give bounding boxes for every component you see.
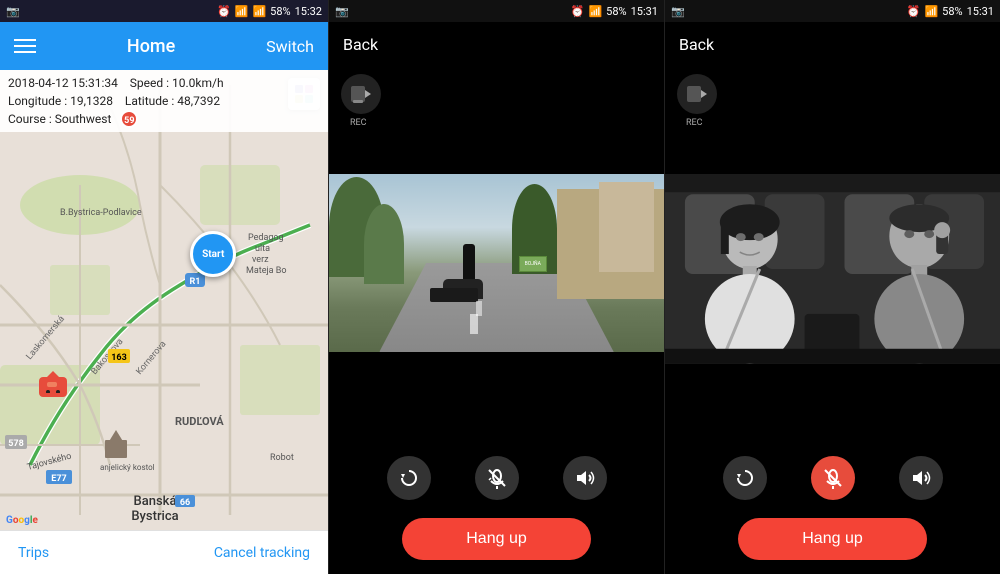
google-logo: Google <box>6 515 38 526</box>
info-bar: 2018-04-12 15:31:34 Speed : 10.0km/h Lon… <box>0 70 328 132</box>
svg-text:578: 578 <box>8 439 24 449</box>
cam1-camera-icon: 📷 <box>335 5 349 18</box>
start-label: Start <box>202 249 224 260</box>
cam2-rec-label: REC <box>686 118 703 128</box>
cam1-hangup-bar: Hang up <box>329 514 664 574</box>
cam1-alarm-icon: ⏰ <box>571 5 585 18</box>
svg-text:verz: verz <box>252 255 269 265</box>
speed-value: 10.0km/h <box>172 76 224 90</box>
map-container[interactable]: R1 Laskomerská Bakossova Kornerova Tajov… <box>0 70 328 530</box>
alarm-icon: ⏰ <box>217 5 231 18</box>
datetime-label: 2018-04-12 15:31:34 <box>8 76 118 90</box>
cam2-volume-button[interactable] <box>899 456 943 500</box>
svg-text:Mateja Bo: Mateja Bo <box>246 266 287 276</box>
cancel-tracking-button[interactable]: Cancel tracking <box>214 545 310 561</box>
cam1-battery: 58% <box>606 5 626 18</box>
cam2-time: 15:31 <box>967 5 994 18</box>
svg-text:Robot: Robot <box>270 453 294 463</box>
car-marker <box>39 377 67 397</box>
cam1-back-button[interactable]: Back <box>343 35 378 54</box>
cam1-wifi-icon: 📶 <box>588 5 602 18</box>
speed-label: Speed : <box>130 76 169 90</box>
cam2-body: REC <box>665 66 1000 442</box>
course-label: Course : <box>8 112 52 126</box>
header-title: Home <box>127 36 175 57</box>
cam2-video-frame <box>665 174 1000 364</box>
time-label: 15:32 <box>295 5 322 18</box>
svg-text:Pedagog: Pedagog <box>248 233 284 243</box>
latitude-value: 48,7392 <box>177 94 220 108</box>
cam2-hangup-bar: Hang up <box>665 514 1000 574</box>
cam1-status-bar: 📷 ⏰ 📶 58% 15:31 <box>329 0 664 22</box>
app-header: Home Switch <box>0 22 328 70</box>
cam2-controls <box>665 442 1000 514</box>
longitude-label: Longitude : <box>8 94 67 108</box>
signal-icon: 📶 <box>252 5 266 18</box>
svg-text:E77: E77 <box>51 474 66 484</box>
cam2-hangup-button[interactable]: Hang up <box>738 518 927 560</box>
cam1-time: 15:31 <box>631 5 658 18</box>
start-marker: Start <box>190 231 236 277</box>
cam1-header: Back <box>329 22 664 66</box>
cam2-status-bar: 📷 ⏰ 📶 58% 15:31 <box>665 0 1000 22</box>
cam2-rec-button[interactable] <box>677 74 717 114</box>
cam1-hangup-button[interactable]: Hang up <box>402 518 591 560</box>
cam1-mute-button[interactable] <box>475 456 519 500</box>
camera-status-icon: 📷 <box>6 5 20 18</box>
menu-icon[interactable] <box>14 39 36 53</box>
svg-text:ulta: ulta <box>255 244 270 254</box>
cam2-mute-button[interactable] <box>811 456 855 500</box>
switch-button[interactable]: Switch <box>266 37 314 56</box>
speed-limit-badge: 59 <box>120 110 138 128</box>
rear-camera-panel: 📷 ⏰ 📶 58% 15:31 Back REC <box>664 0 1000 574</box>
cam2-camera-icon: 📷 <box>671 5 685 18</box>
cam1-controls <box>329 442 664 514</box>
map-svg: R1 Laskomerská Bakossova Kornerova Tajov… <box>0 70 328 530</box>
bottom-bar: Trips Cancel tracking <box>0 530 328 574</box>
map-status-bar: 📷 ⏰ 📶 📶 58% 15:32 <box>0 0 328 22</box>
battery-label: 58% <box>270 5 290 18</box>
svg-text:66: 66 <box>180 498 190 508</box>
cam2-battery: 58% <box>942 5 962 18</box>
svg-text:B.Bystrica-Podlavice: B.Bystrica-Podlavice <box>60 208 142 218</box>
road-sign: BOJŇA <box>519 256 547 272</box>
cam2-alarm-icon: ⏰ <box>907 5 921 18</box>
front-camera-panel: 📷 ⏰ 📶 58% 15:31 Back REC <box>328 0 664 574</box>
svg-text:R1: R1 <box>190 277 201 287</box>
cam1-rec-label: REC <box>350 118 367 128</box>
cam1-rec-button[interactable] <box>341 74 381 114</box>
svg-text:anjelický kostol: anjelický kostol <box>100 463 155 472</box>
trips-button[interactable]: Trips <box>18 545 49 561</box>
longitude-value: 19,1328 <box>70 94 113 108</box>
cam2-rotate-button[interactable] <box>723 456 767 500</box>
svg-text:163: 163 <box>111 353 127 363</box>
wifi-icon: 📶 <box>235 5 249 18</box>
svg-text:RUDĽOVÁ: RUDĽOVÁ <box>175 415 224 428</box>
svg-text:Bystrica: Bystrica <box>131 509 178 524</box>
cam1-volume-button[interactable] <box>563 456 607 500</box>
latitude-label: Latitude : <box>125 94 174 108</box>
svg-text:Banská: Banská <box>134 494 177 509</box>
cam1-video-frame: BOJŇA <box>329 174 664 352</box>
map-panel: 📷 ⏰ 📶 📶 58% 15:32 Home Switch 2018-04-12… <box>0 0 328 574</box>
cam1-body: REC <box>329 66 664 442</box>
cam2-header: Back <box>665 22 1000 66</box>
cam2-back-button[interactable]: Back <box>679 35 714 54</box>
cam1-rotate-button[interactable] <box>387 456 431 500</box>
course-value: Southwest <box>55 112 112 126</box>
cam2-wifi-icon: 📶 <box>924 5 938 18</box>
